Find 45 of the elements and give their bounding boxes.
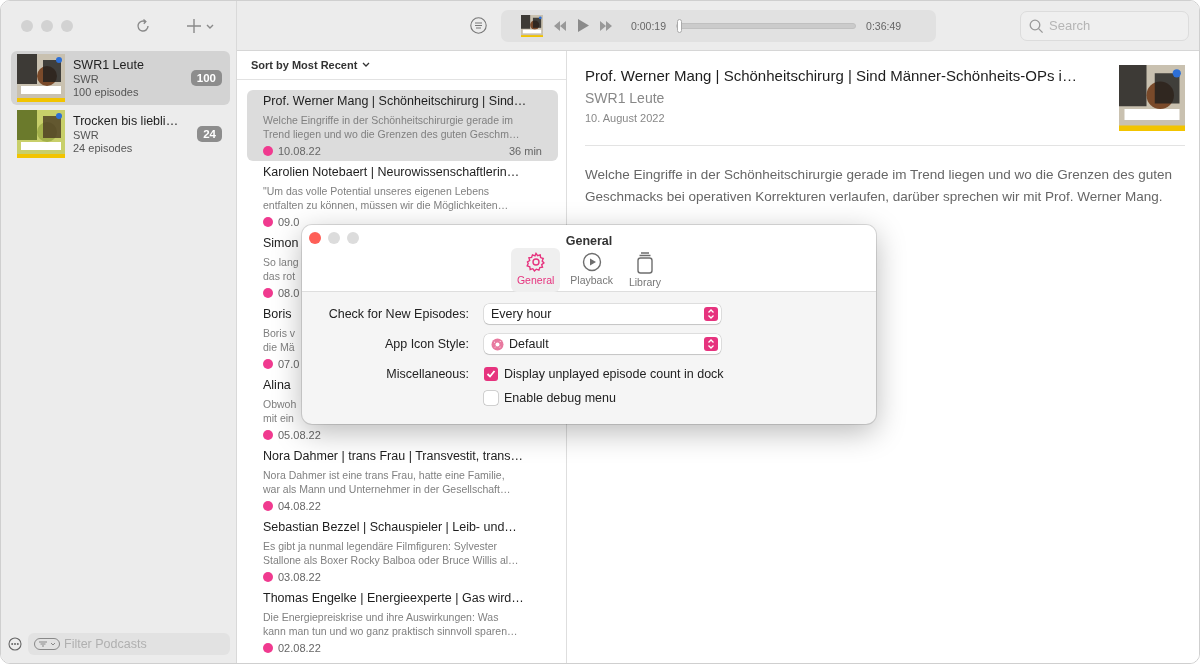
podcast-name: SWR1 Leute — [585, 90, 666, 106]
episode-date: 02.08.22 — [278, 642, 321, 654]
episode-date: 09.0 — [278, 216, 300, 228]
episode-title: Prof. Werner Mang | Schönheitschirurg | Sind… — [263, 94, 527, 110]
setting-label: Check for New Episodes: — [327, 306, 470, 323]
episode-description: So lang das rot — [263, 255, 299, 283]
episode-title: Alina — [263, 378, 291, 394]
episode-description: Welche Eingriffe in der Schönheitschirurgie gerade im Trend liegen und wo die Grenzen des guten Geschmacks bei operativen Korrekturen verlaufen, darüber sprechen wir mit Prof. Werner Mang. — [585, 166, 1174, 206]
setting-label: App Icon Style: — [383, 336, 470, 353]
checkbox-label: Enable debug menu — [504, 390, 616, 407]
episode-date: 05.08.22 — [278, 429, 321, 441]
episode-date: 03.08.22 — [278, 571, 321, 583]
episode-title: Nora Dahmer | trans Frau | Transvestit, trans… — [263, 449, 524, 465]
remaining-time: 0:36:49 — [866, 19, 902, 32]
podcast-title: Trocken bis liebli… — [73, 114, 180, 128]
publish-date: 10. August 2022 — [585, 112, 666, 124]
episode-date: 08.0 — [278, 287, 300, 299]
episode-description: Boris v die Mä — [263, 326, 296, 354]
episode-description: Obwoh mit ein — [263, 397, 297, 425]
podcast-author: SWR — [73, 129, 100, 141]
episode-description: Nora Dahmer ist eine trans Frau, hatte eine Familie, war als Mann und Unternehmer in der Gesellschaft… — [263, 468, 511, 496]
episode-description: Welche Eingriffe in der Schönheitschirurgie gerade im Trend liegen und wo die Grenzen des guten Geschm… — [263, 113, 520, 141]
episode-date: 07.0 — [278, 358, 300, 370]
episode-duration: 36 min — [508, 145, 542, 157]
dialog-title: General — [565, 234, 613, 248]
podcast-author: SWR — [73, 73, 100, 85]
episode-heading: Prof. Werner Mang | Schönheitschirurg | Sind Männer-Schönheits-OPs i… — [585, 67, 1078, 84]
episode-title: Karolien Notebaert | Neurowissenschaftlerin… — [263, 165, 520, 181]
episode-title: Sebastian Bezzel | Schauspieler | Leib- und… — [263, 520, 517, 536]
episode-description: Die Energiepreiskrise und ihre Auswirkungen: Was kann man tun und wo ganz praktisch sinnvoll sparen… — [263, 610, 518, 638]
setting-label: Miscellaneous: — [385, 366, 470, 383]
episode-count: 100 episodes — [73, 86, 140, 98]
episode-count: 24 episodes — [73, 142, 134, 154]
checkbox-label: Display unplayed episode count in dock — [504, 366, 724, 383]
episode-title: Boris — [263, 307, 292, 323]
episode-description: Es gibt ja nunmal legendäre Filmfiguren: Sylvester Stallone als Boxer Rocky Balboa oder Bruce Willis al… — [263, 539, 519, 567]
unplayed-badge: 24 — [197, 126, 222, 142]
episode-title: Thomas Engelke | Energieexperte | Gas wird… — [263, 591, 524, 607]
episode-title: Simon — [263, 236, 299, 252]
podcast-title: SWR1 Leute — [73, 58, 145, 72]
episode-date: 04.08.22 — [278, 500, 321, 512]
unplayed-badge: 100 — [190, 70, 222, 86]
episode-description: "Um das volle Potential unseres eigenen Lebens entfalten zu können, müssen wir die Möglichkeiten… — [263, 184, 509, 212]
elapsed-time: 0:00:19 — [631, 19, 667, 32]
episode-date: 10.08.22 — [278, 145, 321, 157]
